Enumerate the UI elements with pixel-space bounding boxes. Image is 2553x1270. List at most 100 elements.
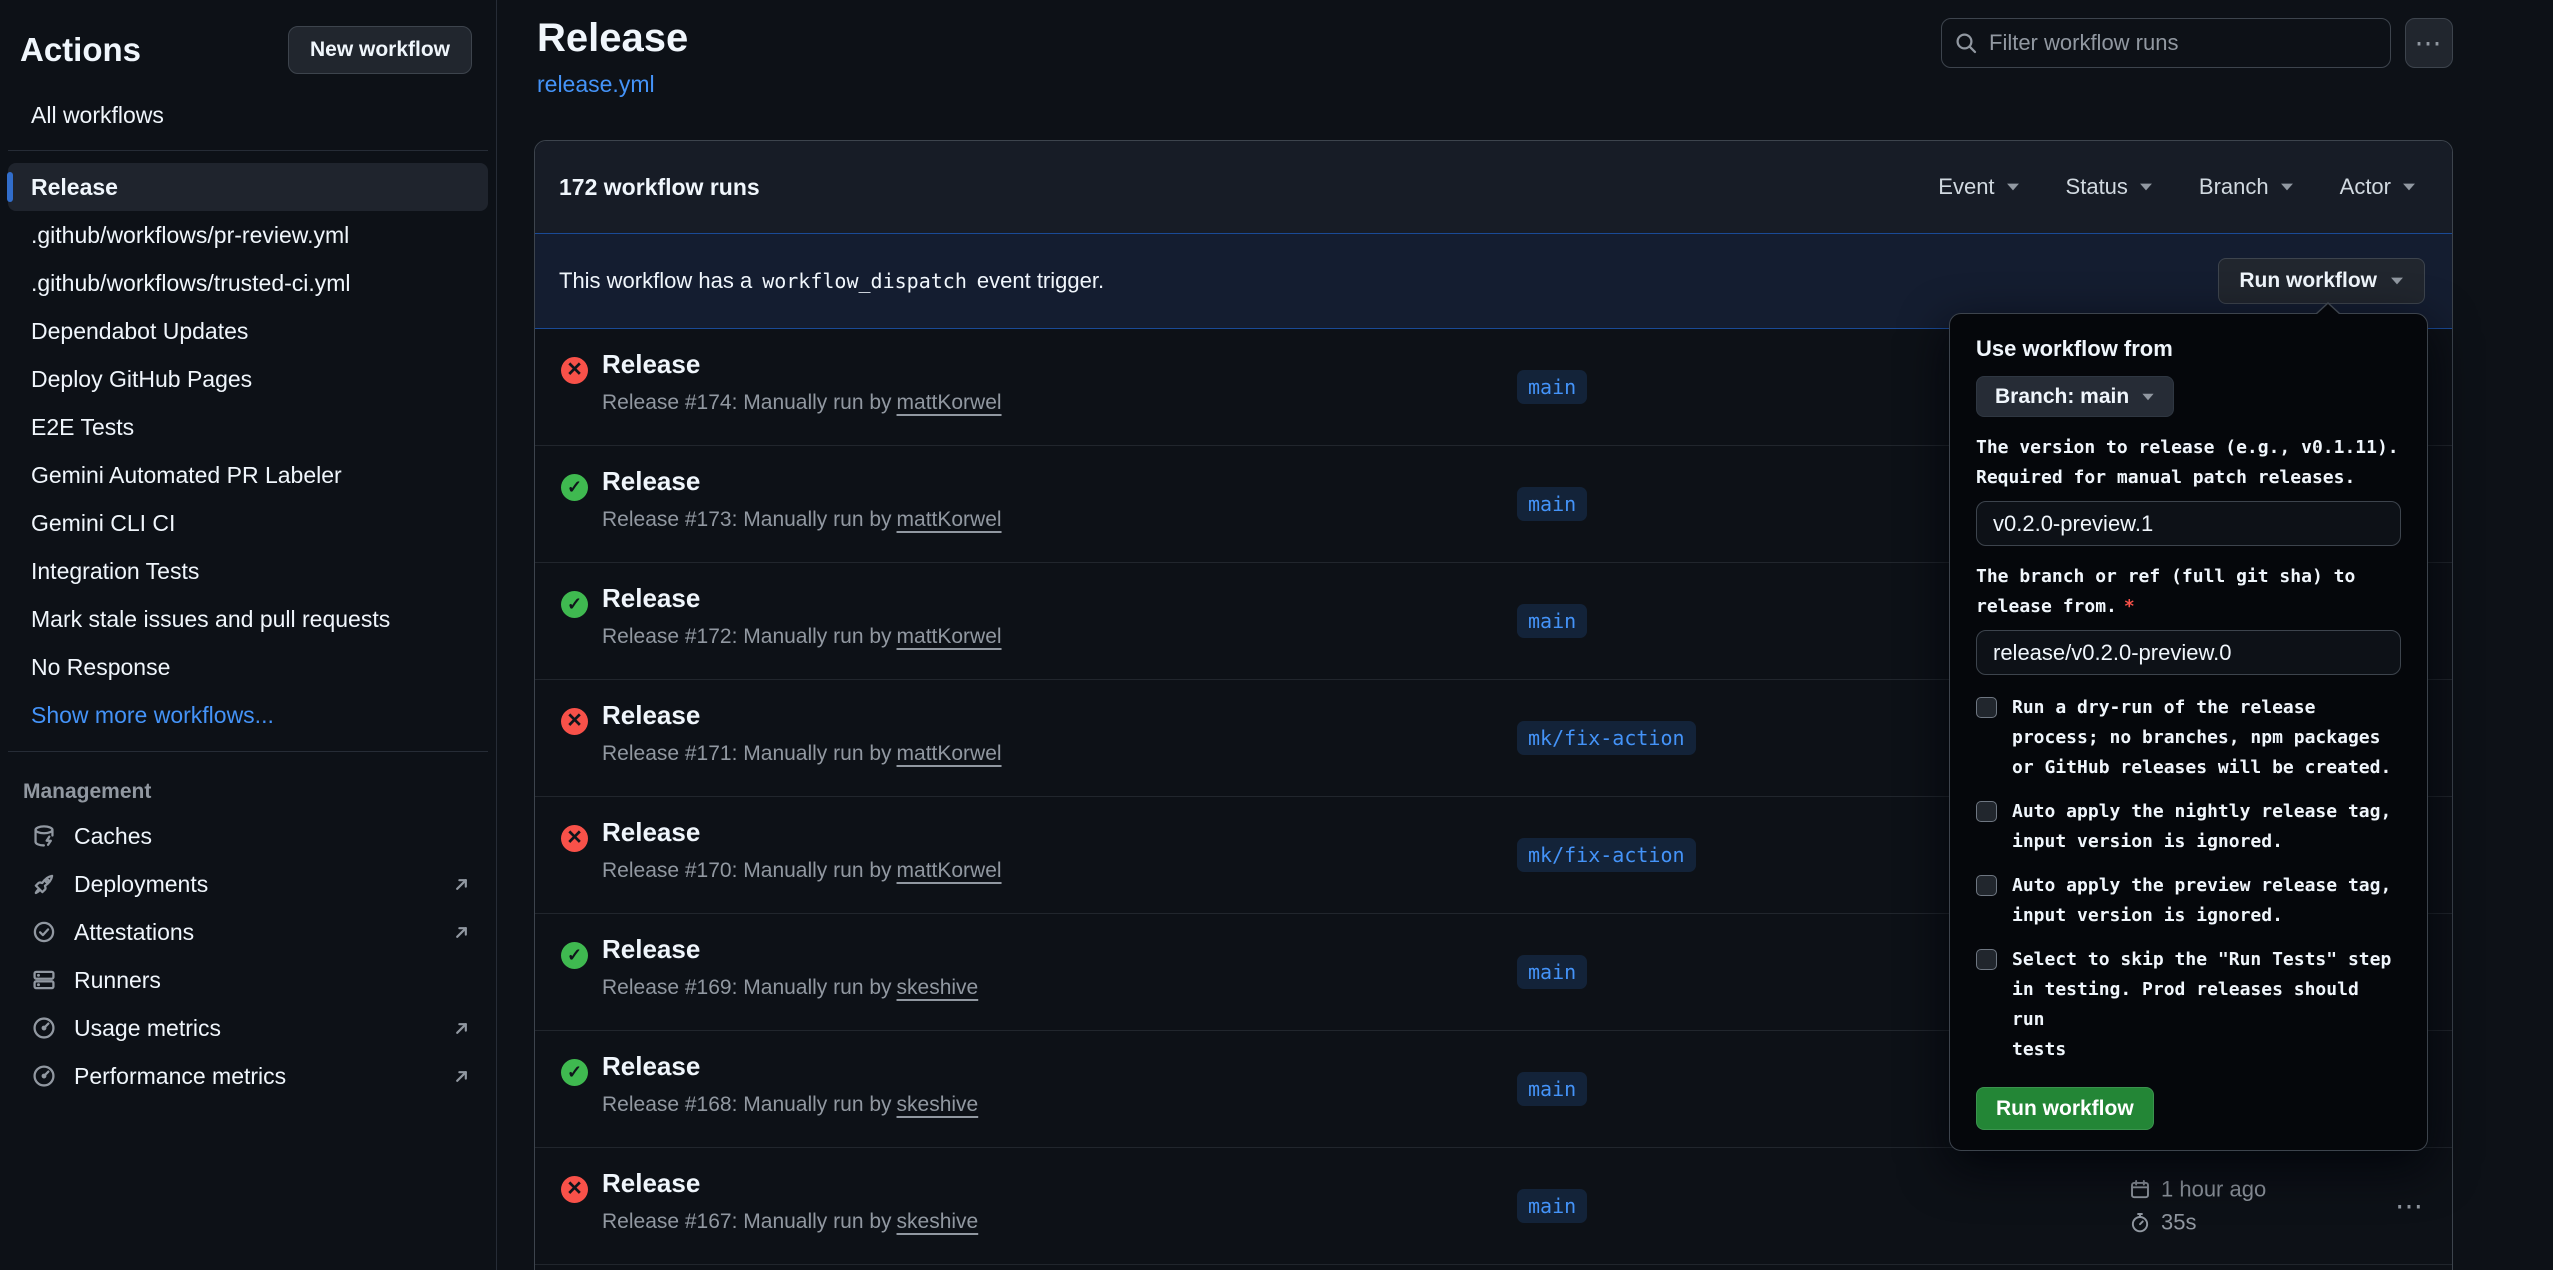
sidebar-management-item[interactable]: Performance metrics xyxy=(8,1052,488,1100)
sidebar-workflow-item[interactable]: Dependabot Updates xyxy=(8,307,488,355)
sidebar-management-item[interactable]: Caches xyxy=(8,812,488,860)
new-workflow-button[interactable]: New workflow xyxy=(288,26,472,74)
checkbox[interactable] xyxy=(1976,949,1997,970)
runs-filters: Event Status Branch Actor xyxy=(1938,174,2428,200)
sidebar-workflow-item[interactable]: .github/workflows/trusted-ci.yml xyxy=(8,259,488,307)
run-actor-link[interactable]: mattKorwel xyxy=(897,391,1002,414)
run-title-link[interactable]: Release xyxy=(602,1168,700,1198)
sidebar-management-label: Runners xyxy=(74,967,161,994)
run-workflow-submit-button[interactable]: Run workflow xyxy=(1976,1087,2154,1130)
sidebar-management-item[interactable]: Usage metrics xyxy=(8,1004,488,1052)
server-icon xyxy=(31,967,57,993)
run-status-icon xyxy=(561,474,588,501)
branch-badge[interactable]: main xyxy=(1517,1072,1587,1106)
checkbox-label: Auto apply the preview release tag, inpu… xyxy=(2012,871,2391,931)
sidebar-workflow-item[interactable]: Gemini Automated PR Labeler xyxy=(8,451,488,499)
show-more-workflows-link[interactable]: Show more workflows... xyxy=(8,691,488,739)
sidebar-workflow-label: Mark stale issues and pull requests xyxy=(31,606,390,633)
ref-help-text: The branch or ref (full git sha) to rele… xyxy=(1976,562,2401,622)
dialog-checkbox-row: Auto apply the preview release tag, inpu… xyxy=(1976,871,2401,931)
run-title-link[interactable]: Release xyxy=(602,1051,700,1081)
sidebar-item-all-workflows[interactable]: All workflows xyxy=(8,92,488,138)
sidebar-workflow-item[interactable]: Deploy GitHub Pages xyxy=(8,355,488,403)
filter-runs-input[interactable] xyxy=(1941,18,2391,68)
sidebar-management-item[interactable]: Attestations xyxy=(8,908,488,956)
branch-badge[interactable]: mk/fix-action xyxy=(1517,721,1696,755)
run-title-link[interactable]: Release xyxy=(602,349,700,379)
workflow-file-link[interactable]: release.yml xyxy=(537,71,655,98)
ref-input[interactable] xyxy=(1976,630,2401,675)
run-started-time: 1 hour ago xyxy=(2161,1177,2266,1203)
runs-filter-dropdown[interactable]: Branch xyxy=(2199,174,2294,200)
branch-badge[interactable]: main xyxy=(1517,1189,1587,1223)
runs-filter-dropdown[interactable]: Event xyxy=(1938,174,2019,200)
sidebar-management-label: Attestations xyxy=(74,919,194,946)
required-asterisk: * xyxy=(2124,596,2135,617)
workflow-run-row: Release Release #167: Manually run byske… xyxy=(535,1148,2452,1265)
run-description: Release #174: Manually run bymattKorwel xyxy=(602,391,1002,415)
sidebar-title: Actions xyxy=(20,31,141,69)
sidebar-workflow-item[interactable]: No Response xyxy=(8,643,488,691)
sidebar-workflow-label: Integration Tests xyxy=(31,558,199,585)
stopwatch-icon xyxy=(2129,1212,2151,1234)
selected-indicator xyxy=(7,172,13,202)
branch-badge[interactable]: main xyxy=(1517,370,1587,404)
run-title-link[interactable]: Release xyxy=(602,700,700,730)
sidebar-workflow-item[interactable]: Release xyxy=(8,163,488,211)
workflow-nav: Release .github/workflows/pr-review.yml … xyxy=(0,163,496,691)
run-duration: 35s xyxy=(2161,1210,2196,1236)
sidebar-workflow-label: Deploy GitHub Pages xyxy=(31,366,252,393)
checkbox[interactable] xyxy=(1976,875,1997,896)
sidebar-management-item[interactable]: Deployments xyxy=(8,860,488,908)
runs-filter-dropdown[interactable]: Status xyxy=(2066,174,2153,200)
run-actor-link[interactable]: mattKorwel xyxy=(897,508,1002,531)
sidebar-workflow-item[interactable]: Integration Tests xyxy=(8,547,488,595)
run-actor-link[interactable]: mattKorwel xyxy=(897,859,1002,882)
run-description: Release #170: Manually run bymattKorwel xyxy=(602,859,1002,883)
popover-heading: Use workflow from xyxy=(1976,336,2401,362)
checkbox[interactable] xyxy=(1976,697,1997,718)
management-section-header: Management xyxy=(0,764,496,812)
sidebar-management-label: Usage metrics xyxy=(74,1015,221,1042)
branch-selector-button[interactable]: Branch: main xyxy=(1976,376,2174,417)
sidebar-workflow-item[interactable]: Gemini CLI CI xyxy=(8,499,488,547)
sidebar-management-label: Caches xyxy=(74,823,152,850)
branch-badge[interactable]: mk/fix-action xyxy=(1517,838,1696,872)
version-input[interactable] xyxy=(1976,501,2401,546)
workflow-options-button[interactable]: ⋯ xyxy=(2405,18,2453,68)
run-actor-link[interactable]: skeshive xyxy=(897,1210,979,1233)
run-actor-link[interactable]: skeshive xyxy=(897,1093,979,1116)
sidebar-workflow-item[interactable]: .github/workflows/pr-review.yml xyxy=(8,211,488,259)
checkbox[interactable] xyxy=(1976,801,1997,822)
run-actor-link[interactable]: skeshive xyxy=(897,976,979,999)
dialog-checkbox-row: Select to skip the "Run Tests" step in t… xyxy=(1976,945,2401,1065)
run-title-link[interactable]: Release xyxy=(602,934,700,964)
chevron-down-icon xyxy=(2281,184,2293,191)
branch-badge[interactable]: main xyxy=(1517,604,1587,638)
sidebar-workflow-label: Gemini Automated PR Labeler xyxy=(31,462,342,489)
sidebar-workflow-label: Release xyxy=(31,174,118,201)
run-actor-link[interactable]: mattKorwel xyxy=(897,742,1002,765)
run-title-link[interactable]: Release xyxy=(602,817,700,847)
run-status-icon xyxy=(561,591,588,618)
run-title-link[interactable]: Release xyxy=(602,583,700,613)
runs-filter-label: Status xyxy=(2066,174,2128,200)
run-status-icon xyxy=(561,1059,588,1086)
sidebar-management-item[interactable]: Runners xyxy=(8,956,488,1004)
branch-badge[interactable]: main xyxy=(1517,955,1587,989)
runs-filter-dropdown[interactable]: Actor xyxy=(2340,174,2416,200)
run-title-link[interactable]: Release xyxy=(602,466,700,496)
branch-badge[interactable]: main xyxy=(1517,487,1587,521)
run-description: Release #171: Manually run bymattKorwel xyxy=(602,742,1002,766)
sidebar-workflow-label: Gemini CLI CI xyxy=(31,510,175,537)
run-actor-link[interactable]: mattKorwel xyxy=(897,625,1002,648)
chevron-down-icon xyxy=(2140,184,2152,191)
run-status-icon xyxy=(561,825,588,852)
chevron-down-icon xyxy=(2143,393,2154,399)
run-description: Release #169: Manually run byskeshive xyxy=(602,976,978,1000)
run-meta: 1 hour ago 35s xyxy=(2129,1177,2266,1236)
run-workflow-dropdown-button[interactable]: Run workflow xyxy=(2218,258,2425,304)
run-options-button[interactable]: ⋯ xyxy=(2395,1190,2425,1223)
sidebar-workflow-item[interactable]: E2E Tests xyxy=(8,403,488,451)
sidebar-workflow-item[interactable]: Mark stale issues and pull requests xyxy=(8,595,488,643)
